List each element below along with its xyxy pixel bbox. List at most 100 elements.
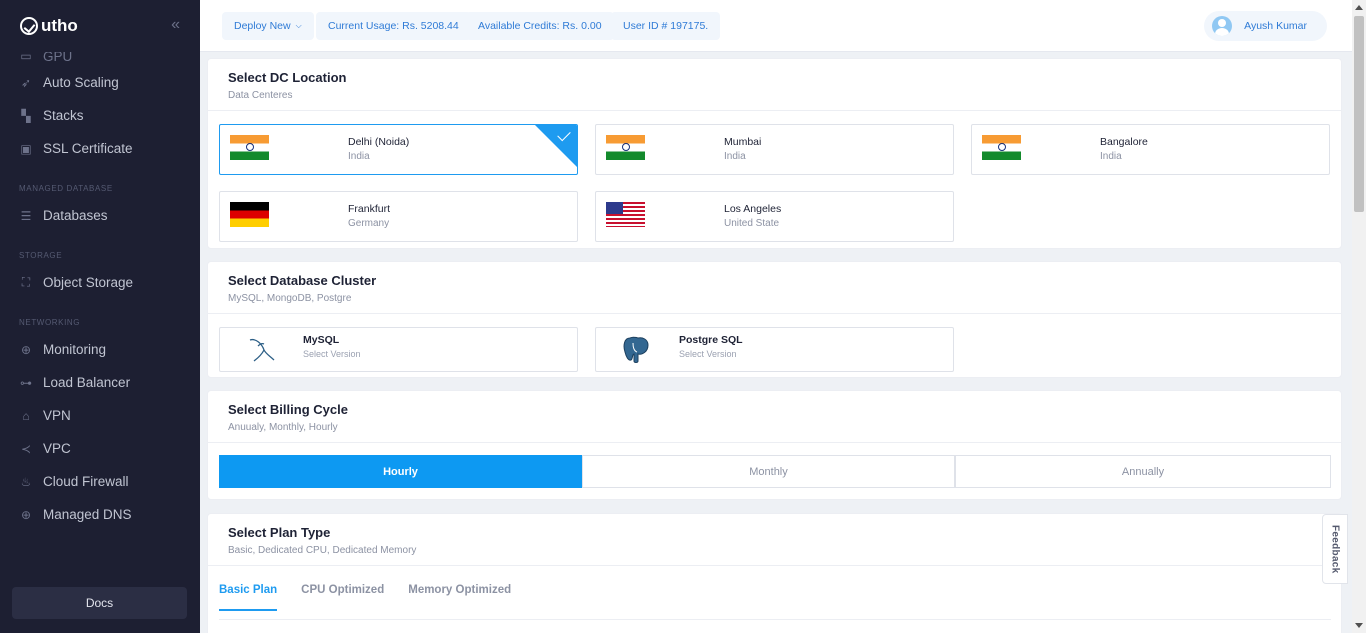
location-city: Mumbai [724,136,762,148]
section-storage: STORAGE [19,251,63,260]
billing-cycle-header: Select Billing Cycle Anuualy, Monthly, H… [208,391,1341,443]
section-subtitle: Data Centeres [228,90,293,101]
rocket-icon: ➶ [20,75,32,90]
database-cluster-card: Select Database Cluster MySQL, MongoDB, … [207,261,1342,378]
sidebar-item-monitoring[interactable]: ⊕ Monitoring [0,333,200,366]
section-networking: NETWORKING [19,318,81,327]
db-version-hint: Select Version [679,349,737,359]
plan-tabs: Basic Plan CPU Optimized Memory Optimize… [219,584,511,611]
location-country: United State [724,218,780,229]
sidebar-item-auto-scaling[interactable]: ➶ Auto Scaling [0,66,200,99]
sidebar: utho « ▭ GPU ➶ Auto Scaling ▚ Stacks ▣ S… [0,0,200,633]
docs-button[interactable]: Docs [12,587,187,619]
india-flag-icon [982,135,1021,160]
db-version-hint: Select Version [303,349,361,359]
sidebar-item-label: Managed DNS [43,507,132,522]
sidebar-item-label: Cloud Firewall [43,474,129,489]
location-country: India [1100,151,1122,162]
section-subtitle: Anuualy, Monthly, Hourly [228,422,338,433]
location-delhi[interactable]: Delhi (Noida) India [219,124,578,175]
scrollbar-thumb[interactable] [1354,16,1364,212]
section-managed-database: MANAGED DATABASE [19,184,113,193]
share-icon: ≺ [20,441,32,456]
sidebar-item-cloud-firewall[interactable]: ♨ Cloud Firewall [0,465,200,498]
sidebar-item-managed-dns[interactable]: ⊕ Managed DNS [0,498,200,531]
sidebar-item-gpu[interactable]: ▭ GPU [0,52,200,66]
collapse-sidebar-icon[interactable]: « [171,16,180,34]
sidebar-item-label: VPC [43,441,71,456]
db-name: Postgre SQL [679,334,743,346]
location-los-angeles[interactable]: Los Angeles United State [595,191,954,242]
user-name: Ayush Kumar [1244,20,1307,32]
deploy-new-label: Deploy New [234,20,291,32]
feedback-button[interactable]: Feedback [1322,514,1348,584]
india-flag-icon [230,135,269,160]
location-frankfurt[interactable]: Frankfurt Germany [219,191,578,242]
deploy-new-dropdown[interactable]: Deploy New ⌵ [222,12,314,40]
sidebar-item-label: Stacks [43,108,84,123]
plan-type-card: Select Plan Type Basic, Dedicated CPU, D… [207,513,1342,633]
scroll-up-icon[interactable] [1355,5,1363,10]
sidebar-item-stacks[interactable]: ▚ Stacks [0,99,200,132]
selected-corner [535,125,577,167]
plan-type-header: Select Plan Type Basic, Dedicated CPU, D… [208,514,1341,566]
tab-cpu-optimized[interactable]: CPU Optimized [301,584,384,611]
sidebar-item-label: VPN [43,408,71,423]
dc-location-card: Select DC Location Data Centeres Delhi (… [207,58,1342,249]
billing-cycle-card: Select Billing Cycle Anuualy, Monthly, H… [207,390,1342,500]
sidebar-item-load-balancer[interactable]: ⊶ Load Balancer [0,366,200,399]
location-bangalore[interactable]: Bangalore India [971,124,1330,175]
section-subtitle: Basic, Dedicated CPU, Dedicated Memory [228,545,417,556]
sidebar-item-vpn[interactable]: ⌂ VPN [0,399,200,432]
sidebar-item-label: Load Balancer [43,375,131,390]
billing-option-hourly[interactable]: Hourly [219,455,582,488]
location-city: Bangalore [1100,136,1148,148]
tab-memory-optimized[interactable]: Memory Optimized [408,584,511,611]
current-usage-badge: Current Usage: Rs. 5208.44 [316,12,471,40]
billing-option-annually[interactable]: Annually [955,455,1331,488]
section-title: Select Database Cluster [228,273,377,288]
tabs-divider [219,619,1331,620]
sidebar-item-vpc[interactable]: ≺ VPC [0,432,200,465]
section-title: Select Plan Type [228,525,331,540]
location-city: Frankfurt [348,203,391,215]
user-id-badge: User ID # 197175. [611,12,721,40]
dc-location-header: Select DC Location Data Centeres [208,59,1341,111]
germany-flag-icon [230,202,269,227]
location-mumbai[interactable]: Mumbai India [595,124,954,175]
sidebar-item-label: Databases [43,208,108,223]
sidebar-item-label: GPU [43,52,73,64]
scroll-down-icon[interactable] [1355,623,1363,628]
tab-basic-plan[interactable]: Basic Plan [219,584,278,611]
lock-icon: ⌂ [22,408,30,423]
user-menu[interactable]: Ayush Kumar [1204,11,1327,41]
sidebar-item-label: Monitoring [43,342,107,357]
section-subtitle: MySQL, MongoDB, Postgre [228,293,352,304]
stack-icon: ▚ [21,108,31,123]
location-city: Delhi (Noida) [348,136,410,148]
db-option-postgres[interactable]: Postgre SQL Select Version [595,327,954,372]
sidebar-item-label: SSL Certificate [43,141,133,156]
billing-option-monthly[interactable]: Monthly [582,455,955,488]
sidebar-item-databases[interactable]: ☰ Databases [0,199,200,232]
section-title: Select Billing Cycle [228,402,348,417]
sidebar-item-object-storage[interactable]: ⛶ Object Storage [0,266,200,299]
page-scrollbar[interactable] [1352,0,1366,633]
location-country: Germany [348,218,390,229]
db-option-mysql[interactable]: MySQL Select Version [219,327,578,372]
avatar [1212,16,1233,36]
section-title: Select DC Location [228,70,347,85]
brand-name: utho [41,16,78,35]
location-city: Los Angeles [724,203,782,215]
feedback-label: Feedback [1329,524,1341,574]
firewall-icon: ♨ [20,474,32,489]
utho-logo[interactable]: utho [20,16,78,36]
billing-toggle-group: Hourly Monthly Annually [219,455,1331,488]
top-bar: Deploy New ⌵ Current Usage: Rs. 5208.44 … [200,0,1352,52]
sidebar-item-label: Auto Scaling [43,75,119,90]
globe-icon: ⊕ [20,342,32,357]
chevron-down-icon: ⌵ [295,21,302,30]
sidebar-item-ssl-certificate[interactable]: ▣ SSL Certificate [0,132,200,165]
gpu-icon: ▭ [20,52,32,63]
available-credits-badge: Available Credits: Rs. 0.00 [466,12,614,40]
